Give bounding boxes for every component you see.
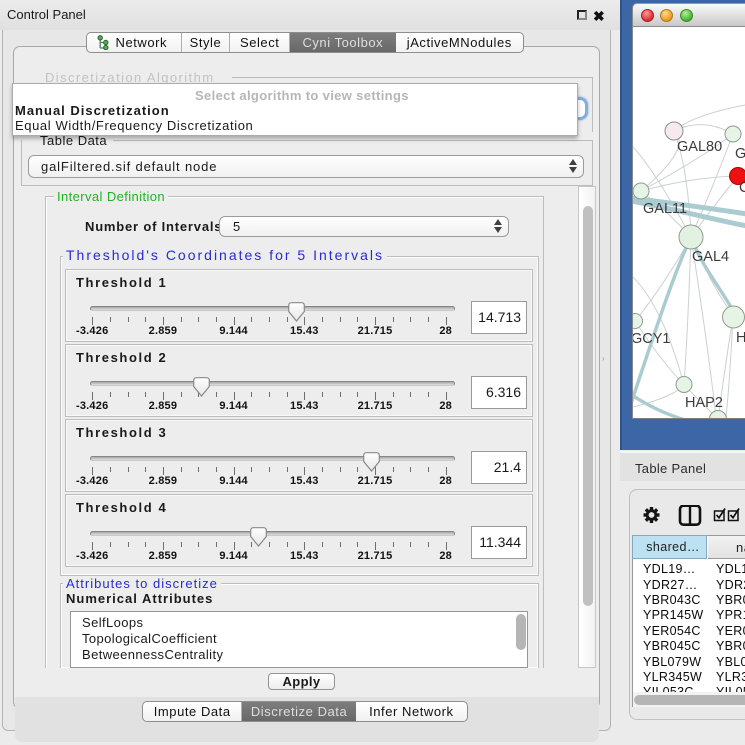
svg-text:GCY1: GCY1 — [633, 331, 671, 347]
svg-text:GAL80: GAL80 — [677, 139, 722, 155]
svg-text:C: C — [739, 180, 745, 196]
svg-text:H: H — [736, 330, 745, 346]
svg-text:GAL4: GAL4 — [692, 249, 729, 265]
svg-text:G.: G. — [735, 146, 745, 162]
svg-text:GAL11: GAL11 — [643, 201, 687, 217]
svg-text:HAP2: HAP2 — [685, 395, 723, 411]
